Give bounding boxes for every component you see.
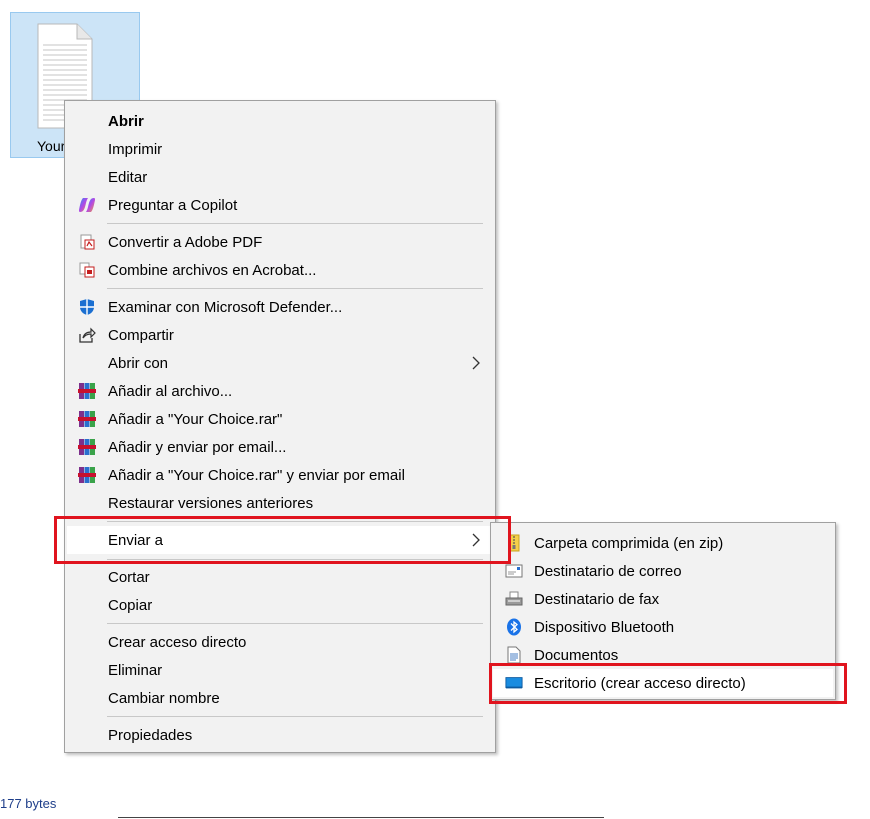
menu-item-open-with[interactable]: Abrir con: [67, 349, 493, 377]
submenu-item-fax-recipient[interactable]: Destinatario de fax: [493, 585, 833, 613]
winrar-icon: [78, 466, 96, 484]
copilot-icon: [78, 196, 96, 214]
menu-item-copy[interactable]: Copiar: [67, 591, 493, 619]
desktop-icon: [505, 674, 523, 692]
menu-separator: [107, 223, 483, 224]
menu-item-label: Editar: [108, 168, 148, 186]
menu-item-label: Abrir con: [108, 354, 169, 372]
menu-item-open[interactable]: Abrir: [67, 107, 493, 135]
menu-item-label: Añadir al archivo...: [108, 382, 233, 400]
chevron-right-icon: [472, 356, 480, 370]
menu-item-label: Combine archivos en Acrobat...: [108, 261, 317, 279]
menu-item-restore-versions[interactable]: Restaurar versiones anteriores: [67, 489, 493, 517]
winrar-icon: [78, 410, 96, 428]
divider: [118, 817, 604, 818]
fax-icon: [505, 590, 523, 608]
menu-item-label: Cortar: [108, 568, 150, 586]
status-size-text: 177 bytes: [0, 796, 57, 811]
defender-shield-icon: [78, 298, 96, 316]
menu-item-label: Cambiar nombre: [108, 689, 220, 707]
menu-item-convert-adobe-pdf[interactable]: Convertir a Adobe PDF: [67, 228, 493, 256]
submenu-item-mail-recipient[interactable]: Destinatario de correo: [493, 557, 833, 585]
menu-separator: [107, 623, 483, 624]
context-menu: Abrir Imprimir Editar Preguntar a Copilo…: [64, 100, 496, 753]
menu-item-cut[interactable]: Cortar: [67, 563, 493, 591]
menu-item-properties[interactable]: Propiedades: [67, 721, 493, 749]
menu-item-label: Preguntar a Copilot: [108, 196, 238, 214]
menu-item-create-shortcut[interactable]: Crear acceso directo: [67, 628, 493, 656]
menu-item-scan-defender[interactable]: Examinar con Microsoft Defender...: [67, 293, 493, 321]
menu-item-label: Enviar a: [108, 531, 164, 549]
submenu-item-label: Escritorio (crear acceso directo): [534, 674, 746, 692]
menu-separator: [107, 559, 483, 560]
menu-item-edit[interactable]: Editar: [67, 163, 493, 191]
submenu-item-zip-folder[interactable]: Carpeta comprimida (en zip): [493, 529, 833, 557]
menu-item-delete[interactable]: Eliminar: [67, 656, 493, 684]
submenu-item-bluetooth[interactable]: Dispositivo Bluetooth: [493, 613, 833, 641]
menu-separator: [107, 288, 483, 289]
submenu-item-label: Destinatario de fax: [534, 590, 660, 608]
screen: Your 177 bytes Abrir Imprimir Editar Pre…: [0, 0, 870, 819]
menu-item-label: Restaurar versiones anteriores: [108, 494, 314, 512]
submenu-item-label: Destinatario de correo: [534, 562, 682, 580]
documents-icon: [505, 646, 523, 664]
menu-item-label: Copiar: [108, 596, 153, 614]
adobe-pdf-icon: [78, 233, 96, 251]
mail-recipient-icon: [505, 562, 523, 580]
menu-item-rename[interactable]: Cambiar nombre: [67, 684, 493, 712]
winrar-icon: [78, 382, 96, 400]
submenu-item-desktop-shortcut[interactable]: Escritorio (crear acceso directo): [493, 669, 833, 697]
menu-item-add-rar-and-email[interactable]: Añadir a "Your Choice.rar" y enviar por …: [67, 461, 493, 489]
menu-separator: [107, 521, 483, 522]
menu-item-add-to-rar[interactable]: Añadir a "Your Choice.rar": [67, 405, 493, 433]
submenu-item-label: Documentos: [534, 646, 619, 664]
menu-item-share[interactable]: Compartir: [67, 321, 493, 349]
menu-separator: [107, 716, 483, 717]
menu-item-label: Eliminar: [108, 661, 163, 679]
menu-item-ask-copilot[interactable]: Preguntar a Copilot: [67, 191, 493, 219]
menu-item-add-to-archive[interactable]: Añadir al archivo...: [67, 377, 493, 405]
menu-item-add-and-email[interactable]: Añadir y enviar por email...: [67, 433, 493, 461]
menu-item-label: Convertir a Adobe PDF: [108, 233, 263, 251]
menu-item-send-to[interactable]: Enviar a: [67, 526, 493, 554]
winrar-icon: [78, 438, 96, 456]
chevron-right-icon: [472, 533, 480, 547]
submenu-item-documents[interactable]: Documentos: [493, 641, 833, 669]
file-name-label: Your: [37, 138, 66, 154]
submenu-item-label: Carpeta comprimida (en zip): [534, 534, 724, 552]
acrobat-combine-icon: [78, 261, 96, 279]
send-to-submenu: Carpeta comprimida (en zip) Destinatario…: [490, 522, 836, 700]
menu-item-label: Crear acceso directo: [108, 633, 247, 651]
menu-item-print[interactable]: Imprimir: [67, 135, 493, 163]
menu-item-label: Añadir y enviar por email...: [108, 438, 287, 456]
menu-item-label: Añadir a "Your Choice.rar": [108, 410, 283, 428]
menu-item-label: Añadir a "Your Choice.rar" y enviar por …: [108, 466, 405, 484]
menu-item-label: Compartir: [108, 326, 174, 344]
menu-item-label: Propiedades: [108, 726, 193, 744]
menu-item-label: Abrir: [108, 112, 144, 130]
bluetooth-icon: [505, 618, 523, 636]
submenu-item-label: Dispositivo Bluetooth: [534, 618, 675, 636]
zip-folder-icon: [505, 534, 523, 552]
menu-item-combine-acrobat[interactable]: Combine archivos en Acrobat...: [67, 256, 493, 284]
menu-item-label: Examinar con Microsoft Defender...: [108, 298, 343, 316]
share-icon: [78, 326, 96, 344]
menu-item-label: Imprimir: [108, 140, 163, 158]
